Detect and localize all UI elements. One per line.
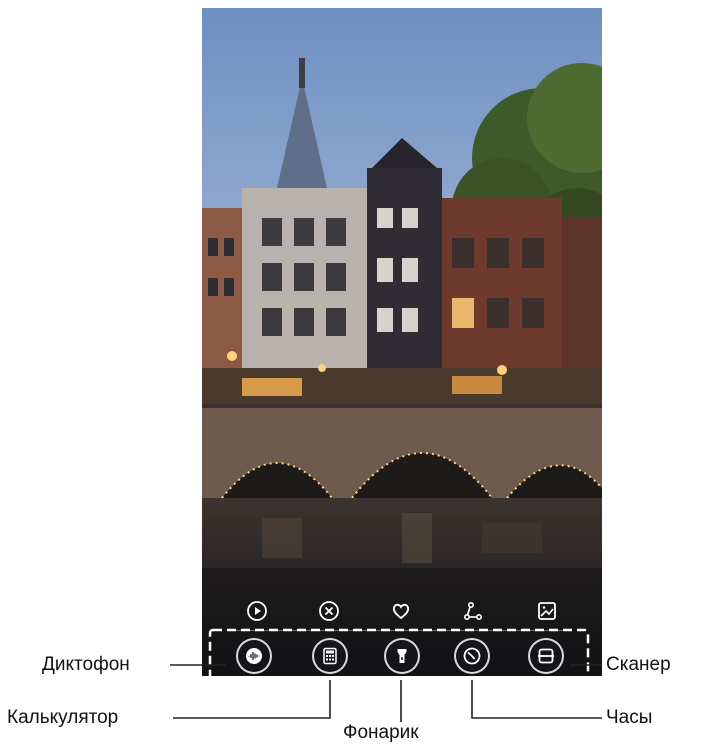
callout-overlay	[170, 628, 602, 722]
clock-label: Часы	[606, 707, 653, 728]
calculator-label: Калькулятор	[7, 707, 119, 728]
voice-recorder-label: Диктофон	[42, 654, 130, 675]
scanner-label: Сканер	[606, 654, 671, 675]
flashlight-label: Фонарик	[343, 722, 419, 743]
shortcuts-highlight-box	[208, 628, 590, 688]
